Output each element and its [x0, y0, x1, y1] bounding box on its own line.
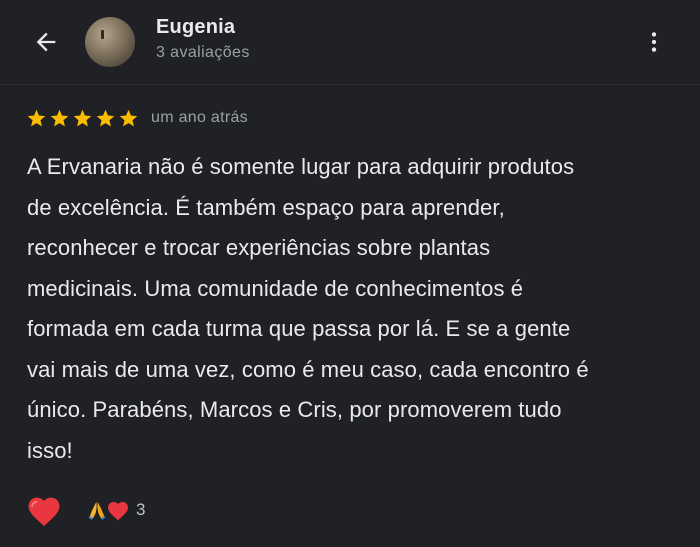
reaction-count: 3	[136, 500, 146, 519]
reaction-summary[interactable]: 3	[86, 499, 145, 521]
star-icon	[27, 109, 46, 126]
reactions-bar: 3	[24, 490, 145, 530]
star-icon	[96, 109, 115, 126]
star-icon	[50, 109, 69, 126]
react-button[interactable]	[24, 490, 64, 530]
rating-row: um ano atrás	[26, 106, 248, 130]
more-vert-icon	[651, 32, 657, 52]
avatar-detail	[101, 30, 104, 39]
review-screen: Eugenia 3 avaliações um ano atrás A Erva…	[0, 0, 700, 547]
review-text: A Ervanaria não é somente lugar para adq…	[27, 154, 589, 463]
heart-icon	[108, 502, 128, 521]
more-options-button[interactable]	[632, 22, 676, 62]
reviewer-name[interactable]: Eugenia	[156, 16, 235, 39]
star-icon	[73, 109, 92, 126]
heart-icon	[28, 497, 60, 526]
reviewer-header: Eugenia 3 avaliações	[0, 0, 700, 84]
review-time: um ano atrás	[151, 109, 248, 126]
folded-hands-icon	[88, 501, 106, 520]
avatar[interactable]	[85, 17, 135, 67]
star-icon	[119, 109, 138, 126]
back-button[interactable]	[22, 20, 70, 64]
header-divider	[0, 84, 700, 85]
reviewer-review-count: 3 avaliações	[156, 44, 250, 61]
star-rating	[26, 108, 139, 129]
arrow-back-icon	[36, 32, 56, 52]
